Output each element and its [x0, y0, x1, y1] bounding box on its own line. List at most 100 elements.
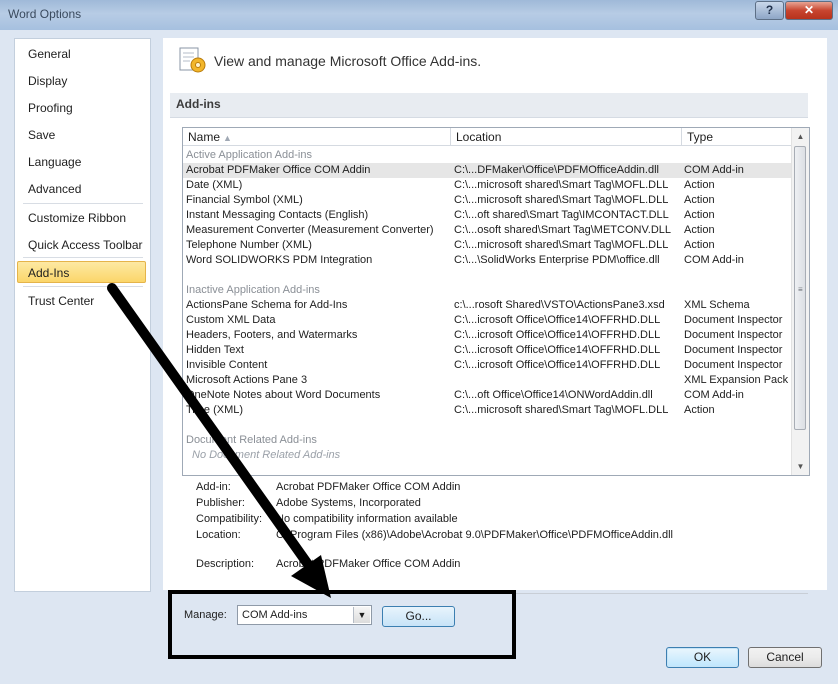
group-header-document: Document Related Add-ins	[186, 434, 317, 446]
nav-item-quick-access-toolbar[interactable]: Quick Access Toolbar	[15, 234, 148, 256]
scroll-up-icon[interactable]: ▲	[792, 128, 809, 145]
cell-location: C:\...icrosoft Office\Office14\OFFRHD.DL…	[454, 314, 661, 326]
grip-icon: ≡	[798, 285, 803, 294]
cell-type: COM Add-in	[684, 164, 744, 176]
cell-location: C:\...oft Office\Office14\ONWordAddin.dl…	[454, 389, 653, 401]
cell-location: C:\...microsoft shared\Smart Tag\MOFL.DL…	[454, 194, 669, 206]
empty-group-message: No Document Related Add-ins	[192, 449, 341, 461]
table-row[interactable]: Financial Symbol (XML) C:\...microsoft sh…	[183, 193, 791, 208]
column-header-location[interactable]: Location	[451, 128, 682, 146]
cell-name: Word SOLIDWORKS PDM Integration	[186, 254, 373, 266]
detail-value-publisher: Adobe Systems, Incorporated	[276, 497, 421, 509]
detail-value-description: Acrobat PDFMaker Office COM Addin	[276, 558, 461, 570]
section-title: Add-ins	[176, 97, 221, 111]
cell-type: Action	[684, 224, 715, 236]
cell-name: Custom XML Data	[186, 314, 276, 326]
nav-item-save[interactable]: Save	[15, 124, 148, 146]
nav-item-language[interactable]: Language	[15, 151, 148, 173]
cell-name: ActionsPane Schema for Add-Ins	[186, 299, 348, 311]
table-row[interactable]: Date (XML) C:\...microsoft shared\Smart T…	[183, 178, 791, 193]
cell-type: XML Schema	[684, 299, 750, 311]
cell-name: Headers, Footers, and Watermarks	[186, 329, 358, 341]
cell-name: Measurement Converter (Measurement Conve…	[186, 224, 434, 236]
nav-item-general[interactable]: General	[15, 43, 148, 65]
nav-item-trust-center[interactable]: Trust Center	[15, 290, 148, 312]
cell-location: C:\...oft shared\Smart Tag\IMCONTACT.DLL	[454, 209, 669, 221]
nav-item-display[interactable]: Display	[15, 70, 148, 92]
detail-value-location: C:\Program Files (x86)\Adobe\Acrobat 9.0…	[276, 529, 673, 541]
add-ins-table[interactable]: Name ▲ Location Type Active Application A…	[182, 127, 810, 476]
table-row[interactable]: Hidden Text C:\...icrosoft Office\Office1…	[183, 343, 791, 358]
title-bar: Word Options ? ✕	[0, 0, 838, 31]
cell-location: C:\...icrosoft Office\Office14\OFFRHD.DL…	[454, 329, 661, 341]
cell-name: Instant Messaging Contacts (English)	[186, 209, 369, 221]
close-button[interactable]: ✕	[785, 1, 833, 20]
cell-location: C:\...icrosoft Office\Office14\OFFRHD.DL…	[454, 359, 661, 371]
nav-item-advanced[interactable]: Advanced	[15, 178, 148, 200]
table-row[interactable]: Time (XML) C:\...microsoft shared\Smart T…	[183, 403, 791, 418]
cell-type: Document Inspector	[684, 344, 783, 356]
table-row[interactable]: Measurement Converter (Measurement Conve…	[183, 223, 791, 238]
table-row[interactable]: Instant Messaging Contacts (English) C:\.…	[183, 208, 791, 223]
cancel-button[interactable]: Cancel	[748, 647, 822, 668]
detail-value-add-in: Acrobat PDFMaker Office COM Addin	[276, 481, 461, 493]
nav-divider	[23, 286, 143, 287]
nav-item-add-ins[interactable]: Add-Ins	[17, 261, 146, 283]
cell-type: Action	[684, 404, 715, 416]
window-title: Word Options	[8, 7, 82, 21]
detail-value-compatibility: No compatibility information available	[276, 513, 458, 525]
cell-location: C:\...microsoft shared\Smart Tag\MOFL.DL…	[454, 179, 669, 191]
column-header-name[interactable]: Name ▲	[183, 128, 451, 146]
detail-label-compatibility: Compatibility:	[196, 513, 263, 525]
table-row[interactable]: Acrobat PDFMaker Office COM Addin C:\...D…	[183, 163, 791, 178]
cell-location: C:\...DFMaker\Office\PDFMOfficeAddin.dll	[454, 164, 659, 176]
cell-name: Hidden Text	[186, 344, 244, 356]
cell-location: C:\...osoft shared\Smart Tag\METCONV.DLL	[454, 224, 672, 236]
help-button[interactable]: ?	[755, 1, 784, 20]
table-row[interactable]: ActionsPane Schema for Add-Ins c:\...roso…	[183, 298, 791, 313]
cell-type: Action	[684, 194, 715, 206]
table-row[interactable]: Headers, Footers, and Watermarks C:\...ic…	[183, 328, 791, 343]
cell-location: C:\...\SolidWorks Enterprise PDM\office.…	[454, 254, 660, 266]
cell-name: Telephone Number (XML)	[186, 239, 312, 251]
nav-item-customize-ribbon[interactable]: Customize Ribbon	[15, 207, 148, 229]
cell-name: Financial Symbol (XML)	[186, 194, 303, 206]
detail-label-description: Description:	[196, 558, 255, 570]
table-row[interactable]: Word SOLIDWORKS PDM Integration C:\...\So…	[183, 253, 791, 268]
annotation-highlight-box	[168, 590, 516, 659]
cell-name: Acrobat PDFMaker Office COM Addin	[186, 164, 371, 176]
ok-button[interactable]: OK	[666, 647, 739, 668]
nav-divider	[23, 203, 143, 204]
cell-type: XML Expansion Pack	[684, 374, 789, 386]
detail-label-publisher: Publisher:	[196, 497, 245, 509]
scrollbar-thumb[interactable]: ≡	[794, 146, 806, 430]
cell-name: Microsoft Actions Pane 3	[186, 374, 308, 386]
scroll-down-icon[interactable]: ▼	[792, 458, 809, 475]
nav-pane: General Display Proofing Save Language A…	[14, 38, 151, 592]
cell-location: C:\...icrosoft Office\Office14\OFFRHD.DL…	[454, 344, 661, 356]
cell-name: Date (XML)	[186, 179, 243, 191]
cell-type: Action	[684, 179, 715, 191]
table-row[interactable]: OneNote Notes about Word Documents C:\...…	[183, 388, 791, 403]
cell-type: COM Add-in	[684, 254, 744, 266]
section-header: Add-ins	[170, 93, 808, 118]
nav-item-proofing[interactable]: Proofing	[15, 97, 148, 119]
detail-label-location: Location:	[196, 529, 241, 541]
nav-divider	[23, 257, 143, 258]
cell-type: Action	[684, 209, 715, 221]
cell-type: Document Inspector	[684, 329, 783, 341]
table-row[interactable]: Invisible Content C:\...icrosoft Office\O…	[183, 358, 791, 373]
table-row[interactable]: Telephone Number (XML) C:\...microsoft sh…	[183, 238, 791, 253]
vertical-scrollbar[interactable]: ▲ ≡ ▼	[791, 128, 809, 475]
cell-location: c:\...rosoft Shared\VSTO\ActionsPane3.xs…	[454, 299, 665, 311]
table-row[interactable]: Microsoft Actions Pane 3 XML Expansion Pa…	[183, 373, 791, 388]
table-row[interactable]: Custom XML Data C:\...icrosoft Office\Off…	[183, 313, 791, 328]
cell-type: Document Inspector	[684, 359, 783, 371]
cell-type: Document Inspector	[684, 314, 783, 326]
cell-name: Time (XML)	[186, 404, 244, 416]
page-heading: View and manage Microsoft Office Add-ins…	[214, 53, 482, 69]
cell-type: Action	[684, 239, 715, 251]
column-header-type[interactable]: Type	[682, 128, 792, 146]
detail-label-add-in: Add-in:	[196, 481, 231, 493]
group-header-inactive: Inactive Application Add-ins	[186, 284, 320, 296]
